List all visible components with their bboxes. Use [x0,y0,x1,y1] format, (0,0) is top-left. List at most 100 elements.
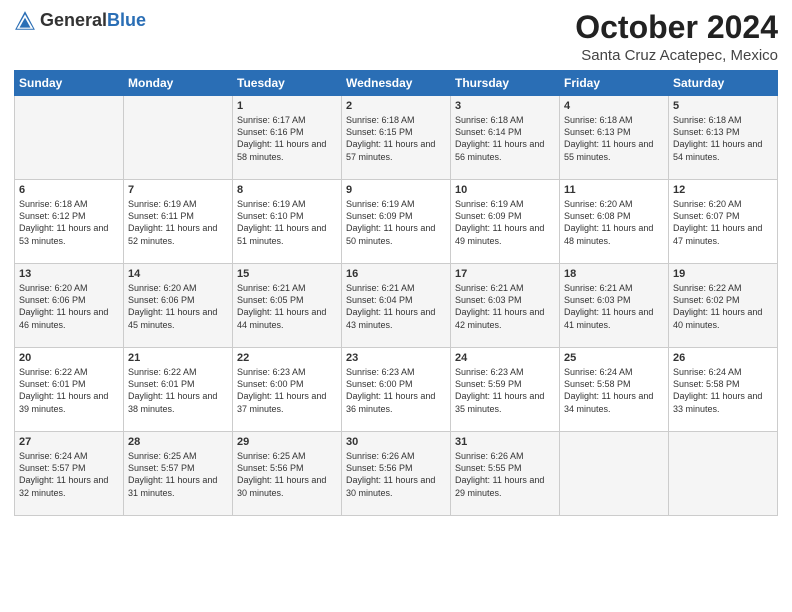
day-number: 11 [564,184,664,196]
day-number: 29 [237,436,337,448]
cell-info: Sunrise: 6:21 AMSunset: 6:03 PMDaylight:… [564,282,664,331]
location-title: Santa Cruz Acatepec, Mexico [575,47,778,64]
cell-info: Sunrise: 6:26 AMSunset: 5:55 PMDaylight:… [455,450,555,499]
calendar-cell: 23 Sunrise: 6:23 AMSunset: 6:00 PMDayligh… [342,348,451,432]
calendar-cell: 24Sunrise: 6:23 AMSunset: 5:59 PMDayligh… [451,348,560,432]
calendar-week-row: 27 Sunrise: 6:24 AMSunset: 5:57 PMDayligh… [15,432,778,516]
day-number: 12 [673,184,773,196]
cell-info: Sunrise: 6:17 AMSunset: 6:16 PMDaylight:… [237,114,337,163]
day-number: 10 [455,184,555,196]
cell-info: Sunrise: 6:20 AMSunset: 6:07 PMDaylight:… [673,198,773,247]
cell-info: Sunrise: 6:24 AMSunset: 5:58 PMDaylight:… [673,366,773,415]
calendar-cell: 29 Sunrise: 6:25 AMSunset: 5:56 PMDayligh… [233,432,342,516]
calendar-cell: 18 Sunrise: 6:21 AMSunset: 6:03 PMDayligh… [560,264,669,348]
day-header-thursday: Thursday [451,71,560,96]
cell-info: Sunrise: 6:18 AMSunset: 6:14 PMDaylight:… [455,114,555,163]
cell-info: Sunrise: 6:23 AMSunset: 6:00 PMDaylight:… [346,366,446,415]
cell-info: Sunrise: 6:18 AMSunset: 6:15 PMDaylight:… [346,114,446,163]
day-number: 1 [237,100,337,112]
cell-info: Sunrise: 6:22 AMSunset: 6:01 PMDaylight:… [19,366,119,415]
day-number: 18 [564,268,664,280]
day-number: 15 [237,268,337,280]
calendar-header-row: SundayMondayTuesdayWednesdayThursdayFrid… [15,71,778,96]
cell-info: Sunrise: 6:21 AMSunset: 6:03 PMDaylight:… [455,282,555,331]
day-number: 23 [346,352,446,364]
calendar-cell: 3 Sunrise: 6:18 AMSunset: 6:14 PMDaylight… [451,96,560,180]
calendar-cell [15,96,124,180]
day-header-tuesday: Tuesday [233,71,342,96]
calendar-cell: 21Sunrise: 6:22 AMSunset: 6:01 PMDayligh… [124,348,233,432]
calendar-cell: 8 Sunrise: 6:19 AMSunset: 6:10 PMDaylight… [233,180,342,264]
day-number: 13 [19,268,119,280]
cell-info: Sunrise: 6:21 AMSunset: 6:04 PMDaylight:… [346,282,446,331]
cell-info: Sunrise: 6:18 AMSunset: 6:13 PMDaylight:… [673,114,773,163]
day-number: 14 [128,268,228,280]
calendar-cell: 30 Sunrise: 6:26 AMSunset: 5:56 PMDayligh… [342,432,451,516]
day-number: 20 [19,352,119,364]
day-number: 7 [128,184,228,196]
day-number: 24 [455,352,555,364]
cell-info: Sunrise: 6:25 AMSunset: 5:56 PMDaylight:… [237,450,337,499]
day-number: 16 [346,268,446,280]
calendar-week-row: 13 Sunrise: 6:20 AMSunset: 6:06 PMDayligh… [15,264,778,348]
cell-info: Sunrise: 6:21 AMSunset: 6:05 PMDaylight:… [237,282,337,331]
day-header-wednesday: Wednesday [342,71,451,96]
calendar-week-row: 1 Sunrise: 6:17 AMSunset: 6:16 PMDaylight… [15,96,778,180]
cell-info: Sunrise: 6:23 AMSunset: 6:00 PMDaylight:… [237,366,337,415]
cell-info: Sunrise: 6:19 AMSunset: 6:10 PMDaylight:… [237,198,337,247]
cell-info: Sunrise: 6:24 AMSunset: 5:57 PMDaylight:… [19,450,119,499]
calendar-cell: 1 Sunrise: 6:17 AMSunset: 6:16 PMDaylight… [233,96,342,180]
calendar-cell: 14 Sunrise: 6:20 AMSunset: 6:06 PMDayligh… [124,264,233,348]
day-number: 25 [564,352,664,364]
calendar-cell: 2 Sunrise: 6:18 AMSunset: 6:15 PMDaylight… [342,96,451,180]
calendar-cell: 20 Sunrise: 6:22 AMSunset: 6:01 PMDayligh… [15,348,124,432]
header: GeneralBlue October 2024 Santa Cruz Acat… [14,10,778,64]
calendar-table: SundayMondayTuesdayWednesdayThursdayFrid… [14,70,778,516]
day-number: 6 [19,184,119,196]
calendar-cell: 28 Sunrise: 6:25 AMSunset: 5:57 PMDayligh… [124,432,233,516]
day-header-friday: Friday [560,71,669,96]
day-number: 26 [673,352,773,364]
day-number: 17 [455,268,555,280]
day-number: 31 [455,436,555,448]
cell-info: Sunrise: 6:19 AMSunset: 6:11 PMDaylight:… [128,198,228,247]
day-number: 27 [19,436,119,448]
cell-info: Sunrise: 6:20 AMSunset: 6:06 PMDaylight:… [19,282,119,331]
day-number: 28 [128,436,228,448]
day-header-sunday: Sunday [15,71,124,96]
calendar-cell: 7 Sunrise: 6:19 AMSunset: 6:11 PMDaylight… [124,180,233,264]
calendar-cell: 22Sunrise: 6:23 AMSunset: 6:00 PMDayligh… [233,348,342,432]
calendar-cell [124,96,233,180]
cell-info: Sunrise: 6:24 AMSunset: 5:58 PMDaylight:… [564,366,664,415]
cell-info: Sunrise: 6:20 AMSunset: 6:08 PMDaylight:… [564,198,664,247]
cell-info: Sunrise: 6:26 AMSunset: 5:56 PMDaylight:… [346,450,446,499]
day-number: 9 [346,184,446,196]
logo-blue: Blue [107,10,146,30]
calendar-cell: 9Sunrise: 6:19 AMSunset: 6:09 PMDaylight… [342,180,451,264]
calendar-cell [560,432,669,516]
day-number: 4 [564,100,664,112]
day-number: 2 [346,100,446,112]
calendar-cell: 12 Sunrise: 6:20 AMSunset: 6:07 PMDayligh… [669,180,778,264]
title-section: October 2024 Santa Cruz Acatepec, Mexico [575,10,778,64]
calendar-cell: 11 Sunrise: 6:20 AMSunset: 6:08 PMDayligh… [560,180,669,264]
day-number: 8 [237,184,337,196]
day-number: 30 [346,436,446,448]
logo-general: General [40,10,107,30]
logo: GeneralBlue [14,10,146,32]
cell-info: Sunrise: 6:18 AMSunset: 6:13 PMDaylight:… [564,114,664,163]
calendar-cell: 26 Sunrise: 6:24 AMSunset: 5:58 PMDayligh… [669,348,778,432]
calendar-cell: 31 Sunrise: 6:26 AMSunset: 5:55 PMDayligh… [451,432,560,516]
calendar-cell: 17 Sunrise: 6:21 AMSunset: 6:03 PMDayligh… [451,264,560,348]
page-container: GeneralBlue October 2024 Santa Cruz Acat… [0,0,792,526]
cell-info: Sunrise: 6:25 AMSunset: 5:57 PMDaylight:… [128,450,228,499]
day-header-monday: Monday [124,71,233,96]
cell-info: Sunrise: 6:22 AMSunset: 6:01 PMDaylight:… [128,366,228,415]
day-number: 3 [455,100,555,112]
logo-text: GeneralBlue [40,11,146,31]
month-title: October 2024 [575,10,778,45]
calendar-cell: 16 Sunrise: 6:21 AMSunset: 6:04 PMDayligh… [342,264,451,348]
calendar-cell: 5 Sunrise: 6:18 AMSunset: 6:13 PMDaylight… [669,96,778,180]
day-number: 5 [673,100,773,112]
cell-info: Sunrise: 6:20 AMSunset: 6:06 PMDaylight:… [128,282,228,331]
